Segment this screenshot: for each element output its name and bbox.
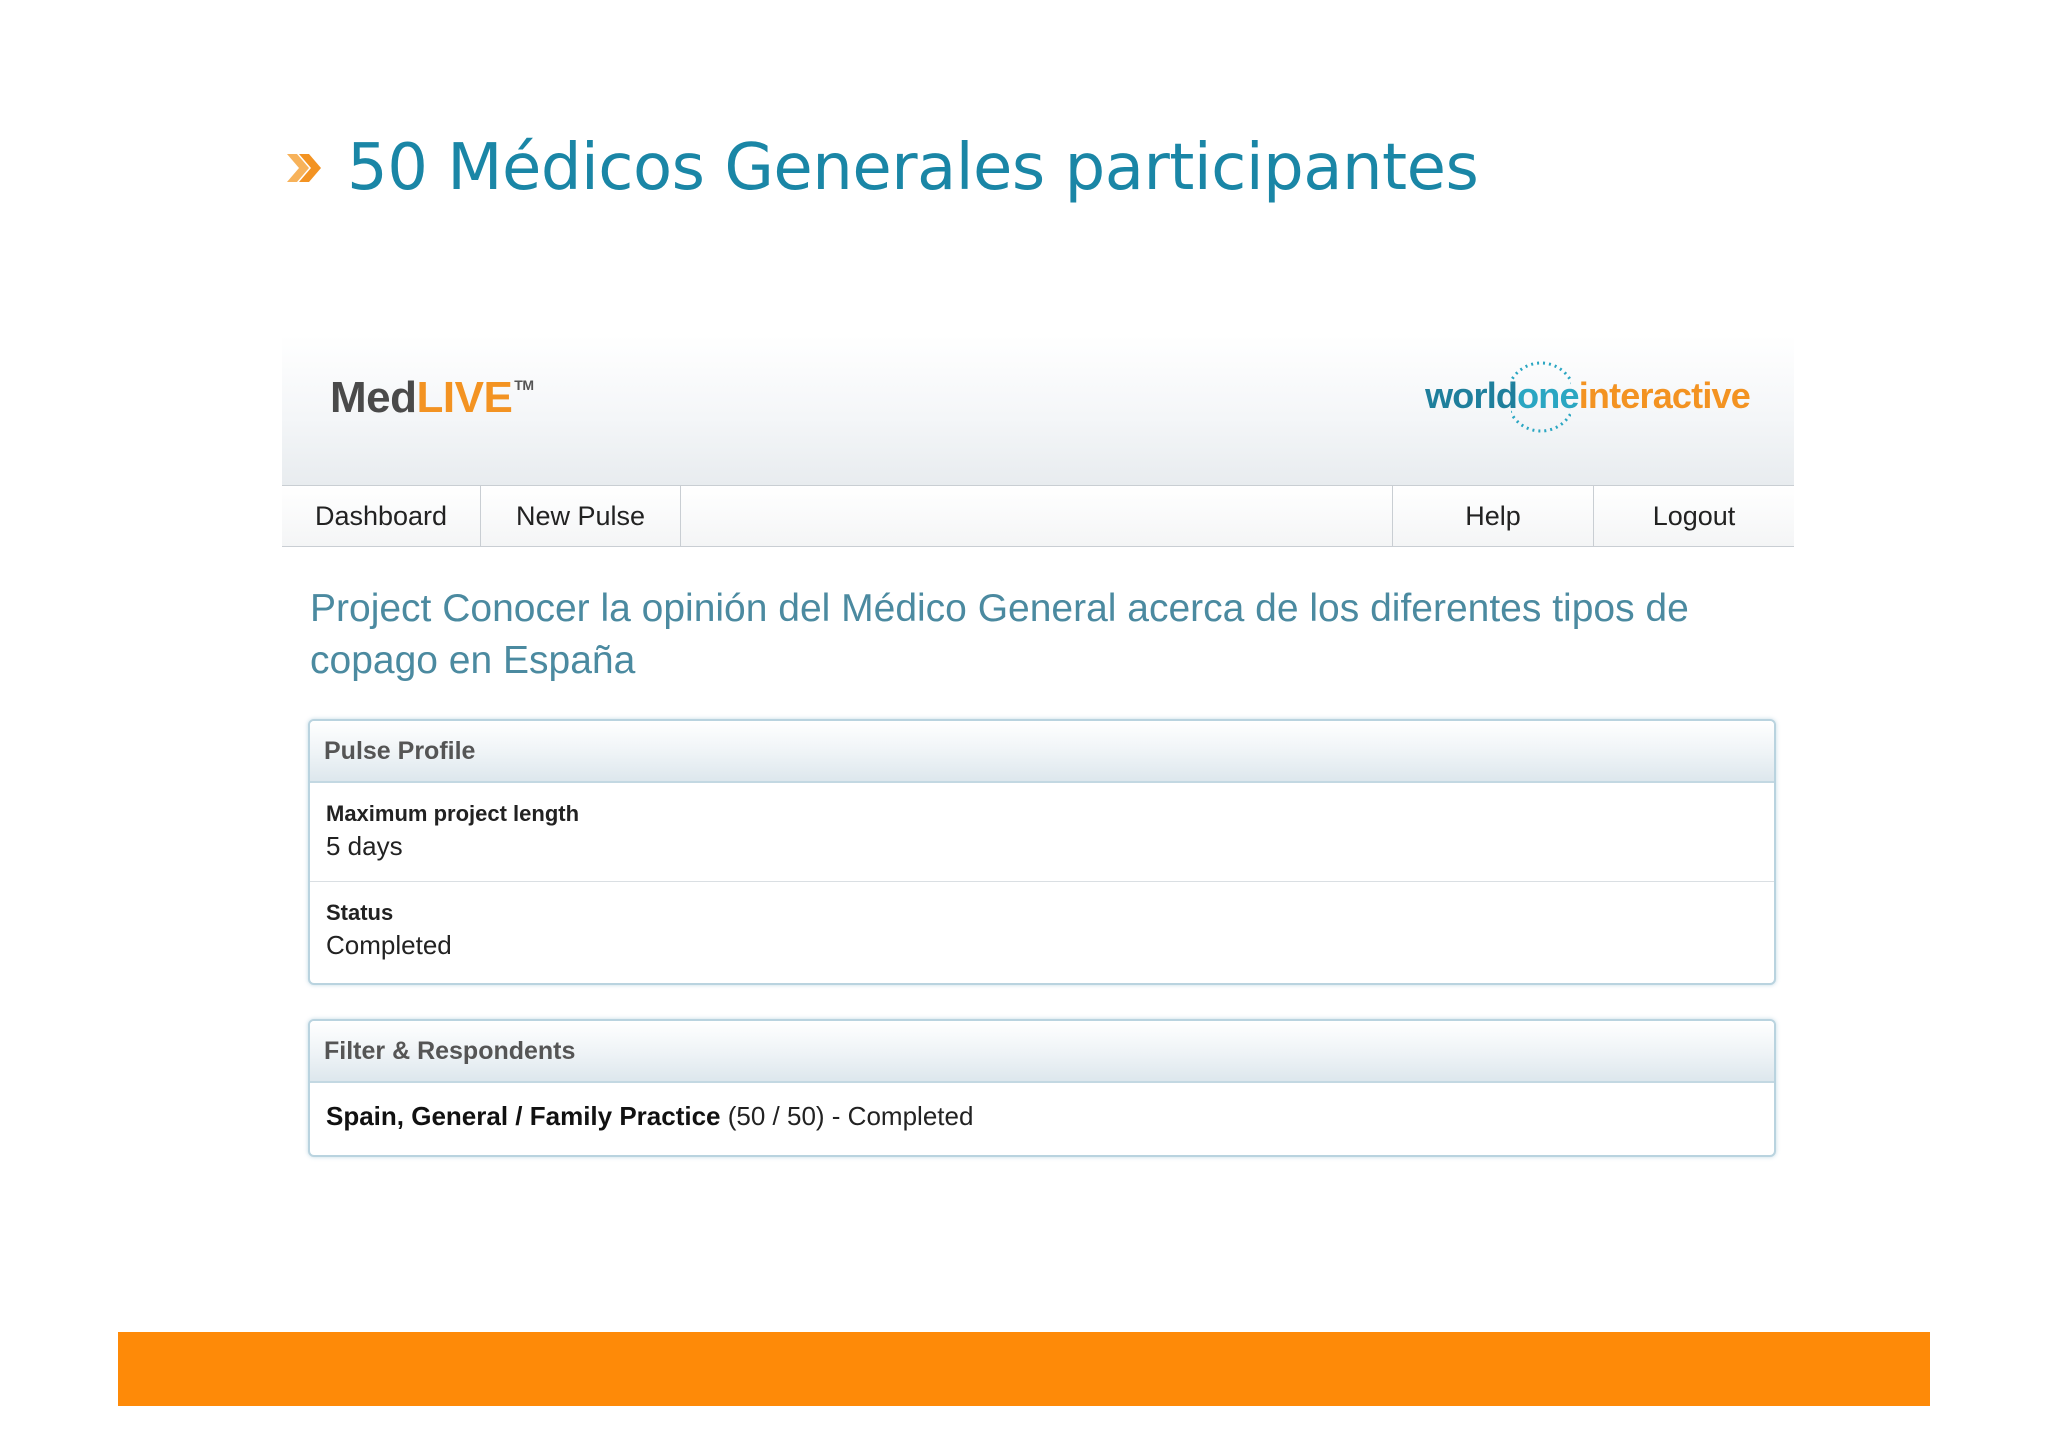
status-field: Status Completed xyxy=(310,882,1774,976)
pulse-profile-header: Pulse Profile xyxy=(310,721,1774,783)
double-chevron-icon xyxy=(287,154,321,182)
slide-heading: 50 Médicos Generales participantes xyxy=(285,128,1479,208)
nav-spacer xyxy=(681,486,1393,546)
max-length-field: Maximum project length 5 days xyxy=(310,783,1774,882)
respondent-row[interactable]: Spain, General / Family Practice (50 / 5… xyxy=(310,1083,1774,1150)
main-nav: Dashboard New Pulse Help Logout xyxy=(282,486,1794,547)
pulse-profile-panel: Pulse Profile Maximum project length 5 d… xyxy=(308,719,1776,985)
worldone-interactive-logo[interactable]: world oneinteractive xyxy=(1425,361,1751,433)
max-length-value: 5 days xyxy=(326,831,403,861)
logo-text-world: world xyxy=(1425,375,1518,416)
nav-new-pulse[interactable]: New Pulse xyxy=(481,486,681,546)
nav-logout[interactable]: Logout xyxy=(1594,486,1794,546)
slide-title: 50 Médicos Generales participantes xyxy=(347,131,1479,205)
nav-dashboard[interactable]: Dashboard xyxy=(282,486,481,546)
filter-respondents-panel: Filter & Respondents Spain, General / Fa… xyxy=(308,1019,1776,1157)
status-label: Status xyxy=(326,900,394,925)
footer-accent-bar xyxy=(118,1332,1930,1406)
filter-respondents-header: Filter & Respondents xyxy=(310,1021,1774,1083)
medlive-app-screenshot: MedLIVE TM world oneinteractive Dashboard … xyxy=(282,335,1794,1165)
dotted-circle-icon xyxy=(1511,361,1572,433)
max-length-label: Maximum project length xyxy=(326,801,580,826)
app-header: MedLIVE TM world oneinteractive xyxy=(282,335,1794,486)
respondent-count-status: (50 / 50) - Completed xyxy=(727,1101,974,1131)
logo-trademark: TM xyxy=(514,377,534,393)
logo-text-live: LIVE xyxy=(416,373,513,422)
nav-help[interactable]: Help xyxy=(1393,486,1594,546)
logo-text-interactive: interactive xyxy=(1578,375,1751,416)
project-title: Project Conocer la opinión del Médico Ge… xyxy=(310,587,1689,682)
logo-text-med: Med xyxy=(330,373,417,422)
medlive-logo[interactable]: MedLIVE TM xyxy=(330,373,534,423)
status-value: Completed xyxy=(326,930,452,960)
logo-one-wrapper: one xyxy=(1511,361,1579,433)
respondent-segment: Spain, General / Family Practice xyxy=(326,1101,721,1131)
